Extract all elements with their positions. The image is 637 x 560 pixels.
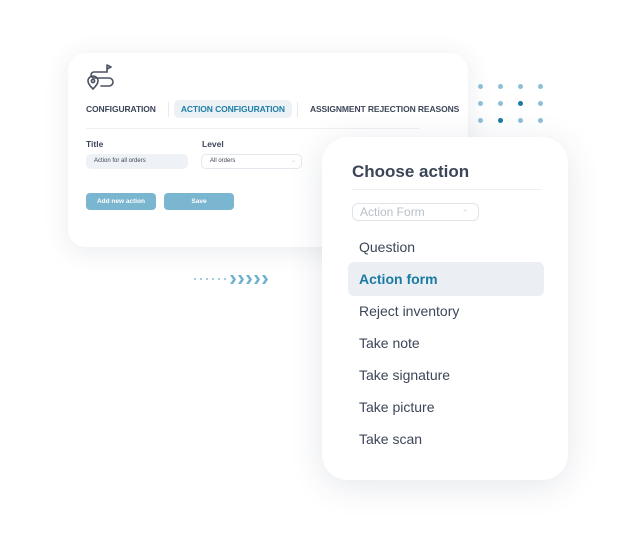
title-label: Title	[86, 139, 104, 149]
dot	[478, 118, 483, 123]
trail-dot	[218, 278, 220, 280]
dot	[538, 101, 543, 106]
dot	[538, 118, 543, 123]
action-type-select-value: Action Form	[360, 205, 425, 219]
tab-divider	[167, 101, 169, 117]
option-reject-inventory[interactable]: Reject inventory	[348, 294, 544, 328]
dot	[538, 84, 543, 89]
chevron-right-icon	[262, 274, 268, 284]
tab-assignment-rejection-reasons[interactable]: ASSIGNMENT REJECTION REASONS	[303, 100, 466, 118]
option-action-form[interactable]: Action form	[348, 262, 544, 296]
option-take-signature[interactable]: Take signature	[348, 358, 544, 392]
tab-action-configuration[interactable]: ACTION CONFIGURATION	[173, 100, 292, 118]
chevron-down-icon: ⌄	[290, 158, 296, 164]
tabs-divider	[86, 128, 420, 129]
option-take-note[interactable]: Take note	[348, 326, 544, 360]
level-select[interactable]: All orders ⌄	[201, 154, 302, 169]
chevron-right-icon	[246, 274, 252, 284]
dot	[518, 84, 523, 89]
option-question[interactable]: Question	[348, 230, 544, 264]
route-pin-flag-icon	[87, 64, 114, 90]
save-button[interactable]: Save	[164, 193, 234, 210]
trail-dot	[212, 278, 214, 280]
chevron-right-icon	[230, 274, 236, 284]
trail-dot	[206, 278, 208, 280]
option-take-scan[interactable]: Take scan	[348, 422, 544, 456]
dot	[518, 101, 523, 106]
config-tabs: CONFIGURATION ACTION CONFIGURATION ASSIG…	[86, 100, 466, 118]
trail-dot	[194, 278, 196, 280]
dot	[498, 118, 503, 123]
choose-action-title: Choose action	[352, 162, 470, 181]
chevron-right-icon	[254, 274, 260, 284]
dot	[518, 118, 523, 123]
dot	[478, 84, 483, 89]
action-type-select[interactable]: Action Form ⌃	[352, 203, 479, 221]
chevron-right-icon	[238, 274, 244, 284]
title-divider	[352, 189, 542, 190]
dot	[498, 84, 503, 89]
chevron-up-icon: ⌃	[461, 208, 469, 218]
decorative-dot-grid	[478, 84, 553, 126]
tab-divider	[296, 101, 298, 117]
trail-dot	[224, 278, 226, 280]
title-input[interactable]: Action for all orders	[86, 154, 188, 169]
level-label: Level	[202, 139, 224, 149]
decorative-arrow-trail	[194, 272, 270, 286]
tab-configuration[interactable]: CONFIGURATION	[86, 100, 163, 118]
add-new-action-button[interactable]: Add new action	[86, 193, 156, 210]
level-select-value: All orders	[210, 158, 236, 164]
dot	[498, 101, 503, 106]
choose-action-panel: Choose action Action Form ⌃ Question Act…	[322, 137, 568, 480]
dot	[478, 101, 483, 106]
option-take-picture[interactable]: Take picture	[348, 390, 544, 424]
trail-dot	[200, 278, 202, 280]
